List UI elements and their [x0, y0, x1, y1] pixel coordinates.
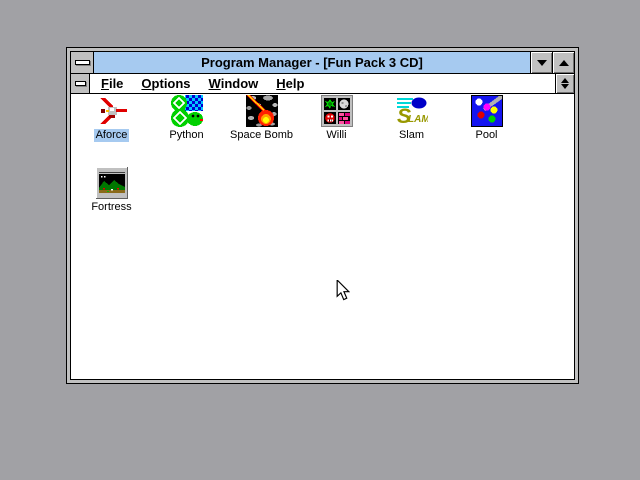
pool-icon [471, 95, 503, 127]
program-icon-python[interactable]: Python [149, 94, 224, 166]
icon-label-slam: Slam [397, 129, 426, 142]
program-icon-space-bomb[interactable]: Space Bomb [224, 94, 299, 166]
menu-items: File Options Window Help [90, 74, 313, 93]
maximize-arrow-icon [559, 60, 569, 66]
willi-icon [321, 95, 353, 127]
icon-label-pool: Pool [473, 129, 499, 142]
program-manager-window: Program Manager - [Fun Pack 3 CD] File O… [66, 47, 579, 384]
icon-row-2: Fortress [74, 166, 574, 238]
menu-window[interactable]: Window [200, 76, 268, 91]
icon-label-willi: Willi [324, 129, 348, 142]
child-system-menu-button[interactable] [71, 74, 90, 93]
restore-up-arrow-icon [561, 78, 569, 83]
program-icon-fortress[interactable]: Fortress [74, 166, 149, 238]
menu-options[interactable]: Options [132, 76, 199, 91]
slam-icon: S LAM! [396, 95, 428, 127]
system-menu-dash-icon [75, 60, 90, 65]
menu-file[interactable]: File [92, 76, 132, 91]
maximize-button[interactable] [552, 52, 574, 73]
restore-down-arrow-icon [561, 84, 569, 89]
aforce-icon [96, 95, 128, 127]
svg-text:LAM!: LAM! [408, 114, 428, 125]
menu-bar: File Options Window Help [71, 74, 574, 94]
fortress-icon [96, 167, 128, 199]
child-system-menu-dash-icon [75, 81, 86, 86]
desktop: { "window": { "title": "Program Manager … [0, 0, 640, 480]
window-title: Program Manager - [Fun Pack 3 CD] [94, 52, 530, 73]
system-menu-button[interactable] [71, 52, 94, 73]
child-restore-button[interactable] [555, 74, 574, 93]
minimize-button[interactable] [530, 52, 552, 73]
space-bomb-icon [246, 95, 278, 127]
icon-label-python: Python [167, 129, 205, 142]
program-icon-slam[interactable]: S LAM! Slam [374, 94, 449, 166]
python-icon [171, 95, 203, 127]
minimize-arrow-icon [537, 60, 547, 66]
title-bar[interactable]: Program Manager - [Fun Pack 3 CD] [71, 52, 574, 74]
icon-label-fortress: Fortress [89, 201, 133, 214]
program-icon-willi[interactable]: Willi [299, 94, 374, 166]
menu-help[interactable]: Help [267, 76, 313, 91]
program-icon-pool[interactable]: Pool [449, 94, 524, 166]
icon-row-1: Aforce [74, 94, 574, 166]
menu-bar-spacer [313, 74, 555, 93]
icon-label-aforce: Aforce [94, 129, 130, 142]
icon-label-space-bomb: Space Bomb [228, 129, 295, 142]
program-icon-aforce[interactable]: Aforce [74, 94, 149, 166]
window-inner: Program Manager - [Fun Pack 3 CD] File O… [70, 51, 575, 380]
group-window-content: Aforce [71, 94, 574, 379]
